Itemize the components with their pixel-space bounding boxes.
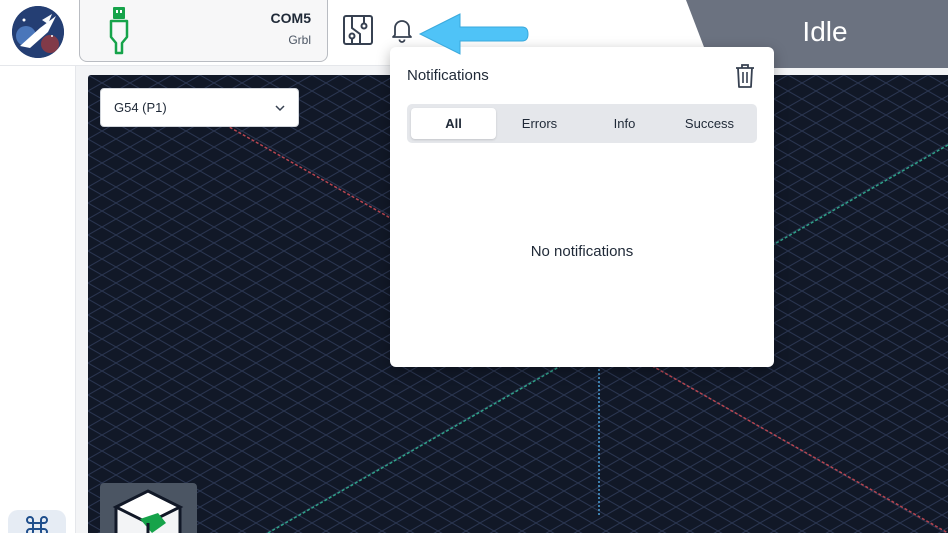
command-button[interactable] <box>8 510 66 533</box>
connection-button[interactable]: COM5 Grbl <box>79 0 328 62</box>
status-text: Idle <box>802 16 848 47</box>
connection-port: COM5 <box>270 10 311 26</box>
wcs-select[interactable]: G54 (P1) <box>100 88 299 127</box>
chevron-down-icon <box>275 105 285 112</box>
tab-errors[interactable]: Errors <box>497 108 582 139</box>
tab-info[interactable]: Info <box>582 108 667 139</box>
firmware-label: Grbl <box>288 33 311 47</box>
left-sidebar <box>0 66 76 533</box>
command-icon <box>26 516 48 533</box>
circuit-board-icon[interactable] <box>342 14 374 46</box>
rocket-logo-icon[interactable] <box>12 6 64 58</box>
bell-icon[interactable] <box>386 14 418 46</box>
trash-icon[interactable] <box>733 63 757 89</box>
wcs-value: G54 (P1) <box>114 100 167 115</box>
notifications-filter-tabs: All Errors Info Success <box>407 104 757 143</box>
tab-success[interactable]: Success <box>667 108 752 139</box>
tab-all[interactable]: All <box>411 108 496 139</box>
view-cube[interactable] <box>100 483 197 533</box>
app-window: COM5 Grbl Idle G54 (P1) Notifications Al… <box>0 0 948 533</box>
notifications-panel: Notifications All Errors Info Success No… <box>390 47 774 367</box>
empty-state-text: No notifications <box>530 243 634 260</box>
view-cube-icon <box>112 489 184 533</box>
notifications-title: Notifications <box>407 67 489 84</box>
annotation-arrow <box>418 13 529 55</box>
usb-icon <box>108 5 130 60</box>
